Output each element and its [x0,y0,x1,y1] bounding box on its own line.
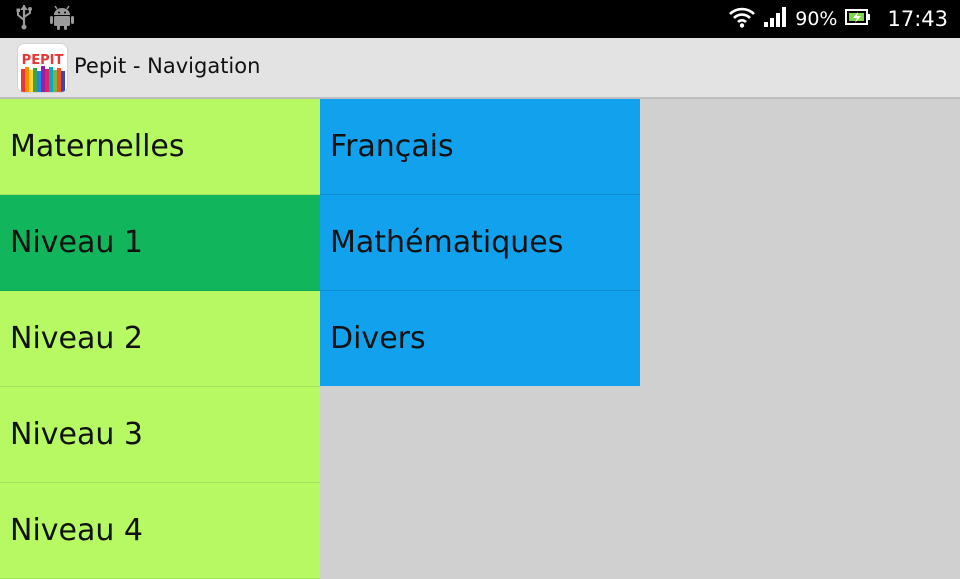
pepit-app-icon[interactable]: PEPIT [18,44,67,92]
battery-percent: 90% [795,8,838,30]
subject-item-divers[interactable]: Divers [320,291,640,386]
android-debug-icon [50,4,74,34]
subject-item-francais[interactable]: Français [320,99,640,195]
subject-item-mathematiques[interactable]: Mathématiques [320,195,640,291]
app-title: Pepit - Navigation [74,54,261,78]
level-item-niveau-3[interactable]: Niveau 3 [0,387,320,483]
status-bar: 90% 17:43 [0,0,960,38]
signal-icon [763,6,787,32]
level-item-niveau-1[interactable]: Niveau 1 [0,195,320,291]
wifi-icon [729,6,756,32]
app-icon-text: PEPIT [22,53,64,68]
level-item-niveau-4[interactable]: Niveau 4 [0,483,320,579]
usb-icon [14,4,34,34]
clock: 17:43 [887,7,948,31]
level-item-niveau-2[interactable]: Niveau 2 [0,291,320,387]
battery-charging-icon [845,8,871,30]
level-item-maternelles[interactable]: Maternelles [0,99,320,195]
levels-list: Maternelles Niveau 1 Niveau 2 Niveau 3 N… [0,99,320,579]
action-bar: PEPIT Pepit - Navigation [0,38,960,99]
subjects-list: Français Mathématiques Divers [320,99,640,386]
